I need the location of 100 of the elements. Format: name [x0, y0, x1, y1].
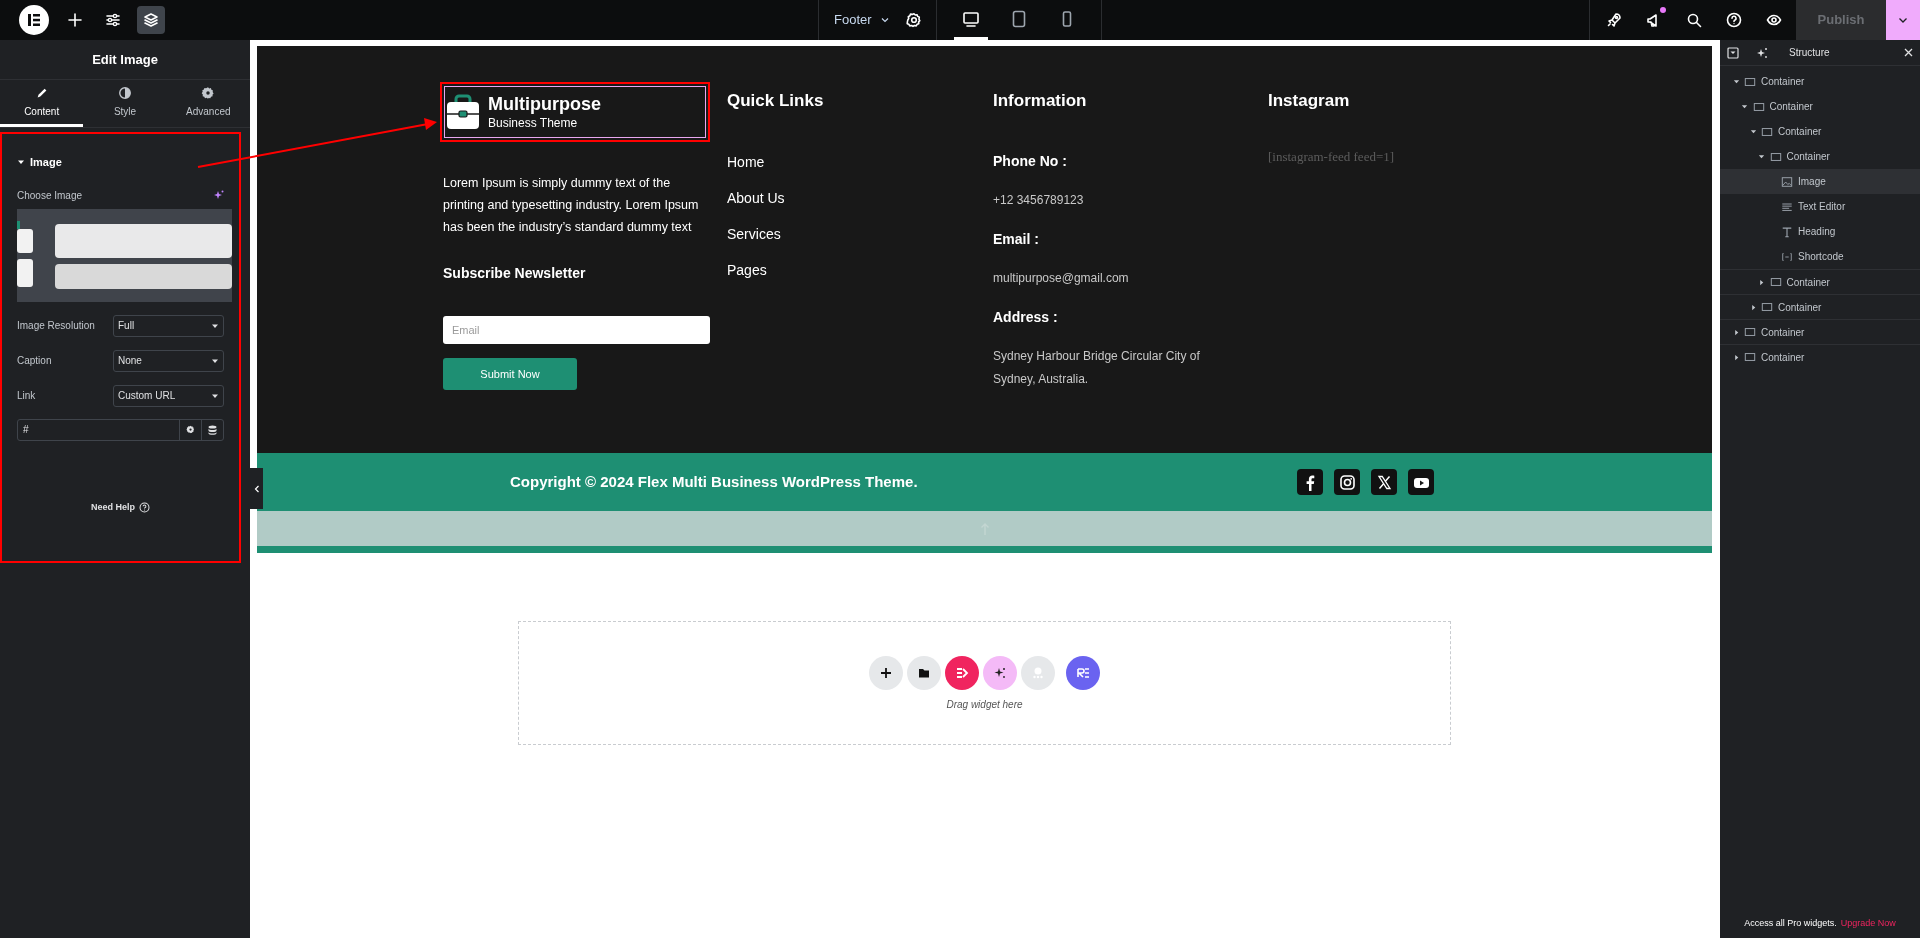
briefcase-icon — [446, 94, 480, 130]
container-icon — [1761, 301, 1773, 313]
panel-tab[interactable]: Advanced — [166, 80, 250, 127]
column-heading: Quick Links — [727, 90, 825, 112]
upgrade-link[interactable]: Upgrade Now — [1840, 916, 1896, 930]
structure-item[interactable]: Text Editor — [1720, 194, 1920, 219]
container-icon — [1769, 276, 1782, 288]
chevron-left-icon — [253, 484, 260, 493]
column-heading: Information — [993, 90, 1088, 112]
advanced-tab-icon — [201, 85, 216, 100]
panel-tab[interactable]: Style — [83, 80, 167, 127]
instagram-link[interactable] — [1334, 469, 1360, 495]
container-icon — [1752, 100, 1765, 113]
caret-icon[interactable] — [1741, 103, 1748, 110]
structure-item[interactable]: Image — [1720, 169, 1920, 194]
close-icon[interactable] — [1904, 48, 1913, 57]
add-widget-button[interactable] — [869, 656, 903, 690]
ai-button[interactable] — [983, 656, 1017, 690]
structure-item[interactable]: Container — [1720, 69, 1920, 94]
container-icon — [1769, 150, 1782, 163]
copyright-text: Copyright © 2024 Flex Multi Business WordPress Theme. — [510, 471, 918, 492]
template-button[interactable] — [907, 656, 941, 690]
section-toggle[interactable]: Image — [17, 154, 224, 171]
youtube-link[interactable] — [1408, 469, 1434, 495]
sparkle-icon[interactable] — [214, 190, 224, 200]
eye-icon — [1766, 12, 1782, 28]
document-dropdown[interactable]: Footer — [834, 10, 890, 30]
help-link[interactable]: Need Help — [91, 500, 150, 514]
column-heading: Instagram — [1268, 90, 1351, 112]
info-label: Phone No : — [993, 151, 1068, 170]
caret-icon[interactable] — [1749, 128, 1757, 135]
info-value: Sydney Harbour Bridge Circular City of Sydney, Australia. — [993, 347, 1201, 388]
structure-item[interactable]: Container — [1720, 294, 1920, 319]
shortcode-text: [instagram-feed feed=1] — [1268, 147, 1396, 166]
megaphone-button[interactable] — [1644, 10, 1664, 30]
help-icon — [1726, 12, 1742, 28]
newsletter-heading: Subscribe Newsletter — [443, 264, 587, 283]
sparkle-icon[interactable] — [1756, 46, 1768, 59]
container-icon — [1761, 125, 1773, 138]
caret-icon[interactable] — [1758, 278, 1765, 286]
help-button[interactable] — [1724, 10, 1744, 30]
info-value: multipurpose@gmail.com — [993, 269, 1130, 287]
logo-image[interactable]: Multipurpose Business Theme — [444, 86, 706, 138]
caret-icon[interactable] — [1758, 153, 1765, 160]
desktop-icon — [961, 9, 980, 28]
info-label: Email : — [993, 229, 1040, 248]
logo-icon[interactable] — [19, 5, 49, 35]
collapse-all-icon[interactable] — [1727, 46, 1739, 59]
footer-link[interactable]: About Us — [727, 188, 993, 208]
caret-icon[interactable] — [1732, 78, 1740, 85]
structure-item[interactable]: Container — [1720, 144, 1920, 169]
select-field[interactable]: None — [113, 349, 224, 372]
image-icon — [1781, 175, 1793, 188]
layers-icon — [143, 12, 159, 28]
container-icon — [1744, 351, 1756, 363]
email-field[interactable]: Email — [443, 316, 710, 344]
info-label: Address : — [993, 307, 1059, 326]
structure-item[interactable]: Container — [1720, 119, 1920, 144]
panel-title: Structure — [1789, 46, 1830, 60]
settings-icon[interactable] — [905, 12, 922, 28]
drop-hint: Drag widget here — [946, 698, 1023, 712]
chevron-down-icon — [879, 15, 890, 25]
brackets-icon — [1781, 250, 1793, 263]
select-field[interactable]: Custom URL — [113, 384, 224, 407]
footer-link[interactable]: Pages — [727, 260, 993, 280]
structure-item[interactable]: Container — [1720, 344, 1920, 369]
caret-icon[interactable] — [1749, 303, 1757, 311]
promo-text: Access all Pro widgets. — [1744, 916, 1837, 930]
footer-link[interactable]: Services — [727, 224, 993, 244]
caret-icon[interactable] — [1732, 328, 1740, 336]
add-icon — [67, 12, 83, 28]
panel-collapse-handle[interactable] — [250, 468, 263, 509]
field-label: Caption — [17, 354, 52, 368]
text-lines-icon — [1781, 200, 1793, 213]
rocket-icon — [1606, 12, 1622, 28]
re-addon-button[interactable] — [1066, 656, 1100, 690]
layers-button[interactable] — [137, 6, 165, 34]
select-field[interactable]: Full — [113, 314, 224, 337]
facebook-link[interactable] — [1297, 469, 1323, 495]
help-icon — [139, 501, 150, 513]
structure-item[interactable]: Shortcode — [1720, 244, 1920, 269]
search-icon — [1686, 12, 1702, 28]
structure-item[interactable]: Container — [1720, 269, 1920, 294]
x-link[interactable] — [1371, 469, 1397, 495]
about-text: Lorem Ipsum is simply dummy text of the printing and typesetting industry. Lorem Ipsum has been the industry’s standard dummy text — [443, 175, 700, 236]
container-icon — [1744, 75, 1756, 88]
structure-item[interactable]: Container — [1720, 319, 1920, 344]
sliders-icon — [105, 12, 121, 28]
structure-item[interactable]: Container — [1720, 94, 1920, 119]
submit-button[interactable]: Submit Now — [443, 358, 577, 390]
container-icon — [1744, 326, 1756, 338]
footer-link[interactable]: Home — [727, 152, 993, 172]
structure-item[interactable]: Heading — [1720, 219, 1920, 244]
field-label: Image Resolution — [17, 319, 95, 333]
info-value: +12 3456789123 — [993, 191, 1085, 209]
panel-title: Edit Image — [92, 50, 158, 69]
field-label: Choose Image — [17, 188, 83, 203]
caret-icon[interactable] — [1732, 353, 1740, 361]
ek-addon-button[interactable] — [945, 656, 979, 690]
panel-tab[interactable]: Content — [0, 80, 84, 127]
